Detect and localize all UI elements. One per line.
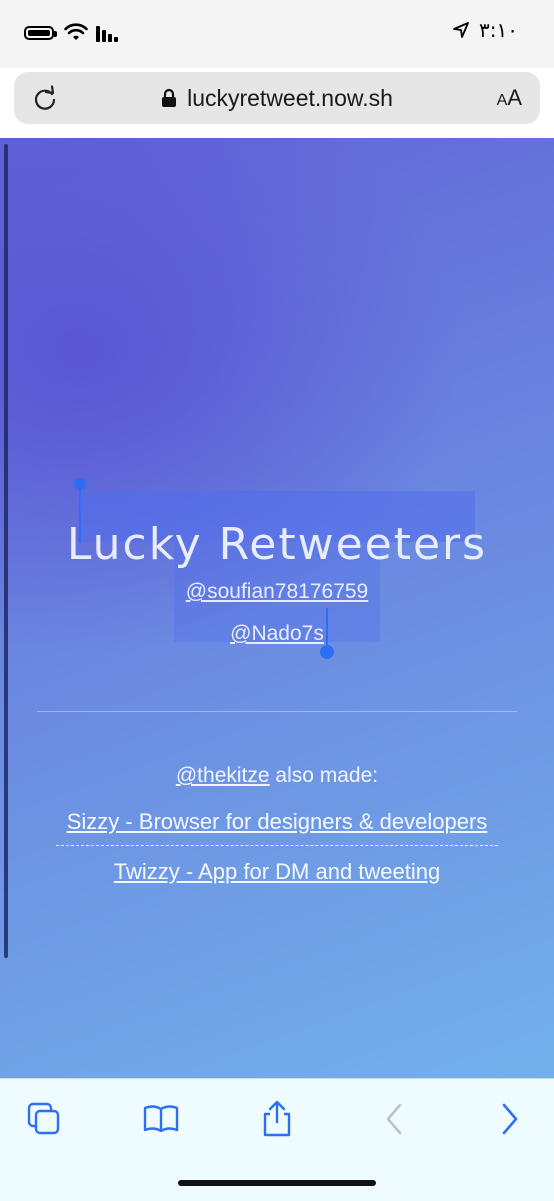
selection-handle-end[interactable] bbox=[320, 645, 334, 659]
author-link[interactable]: @thekitze bbox=[176, 764, 270, 787]
selection-handle-end-line bbox=[326, 608, 328, 648]
back-icon[interactable] bbox=[374, 1099, 414, 1139]
project-link-sizzy[interactable]: Sizzy - Browser for designers & develope… bbox=[0, 809, 554, 835]
url-text[interactable]: luckyretweet.now.sh bbox=[187, 85, 393, 112]
lock-icon bbox=[162, 88, 177, 107]
reader-options-icon[interactable]: AA bbox=[497, 85, 522, 111]
winner-link-1[interactable]: @soufian78176759 bbox=[0, 580, 554, 604]
forward-icon[interactable] bbox=[490, 1099, 530, 1139]
share-icon[interactable] bbox=[257, 1099, 297, 1139]
signal-icon bbox=[96, 26, 118, 42]
web-page: Lucky Retweeters @soufian78176759 @Nado7… bbox=[0, 138, 554, 1078]
winner-link-2[interactable]: @Nado7s bbox=[0, 622, 554, 646]
home-indicator[interactable] bbox=[178, 1180, 376, 1186]
status-time: ٣:١٠ bbox=[479, 18, 518, 42]
bookmarks-icon[interactable] bbox=[141, 1099, 181, 1139]
location-arrow-icon bbox=[453, 22, 469, 38]
address-bar[interactable]: luckyretweet.now.sh AA bbox=[14, 72, 540, 124]
also-made-text: also made: bbox=[269, 764, 379, 787]
project-link-twizzy[interactable]: Twizzy - App for DM and tweeting bbox=[0, 859, 554, 885]
status-bar: ٣:١٠ bbox=[0, 0, 554, 68]
tabs-icon[interactable] bbox=[24, 1099, 64, 1139]
page-title: Lucky Retweeters bbox=[66, 519, 488, 571]
wifi-icon bbox=[64, 23, 88, 40]
also-made-line: @thekitze also made: bbox=[0, 764, 554, 788]
selection-handle-start[interactable] bbox=[74, 478, 86, 490]
battery-icon bbox=[24, 26, 57, 40]
dashed-divider bbox=[56, 845, 498, 846]
divider bbox=[37, 711, 517, 712]
